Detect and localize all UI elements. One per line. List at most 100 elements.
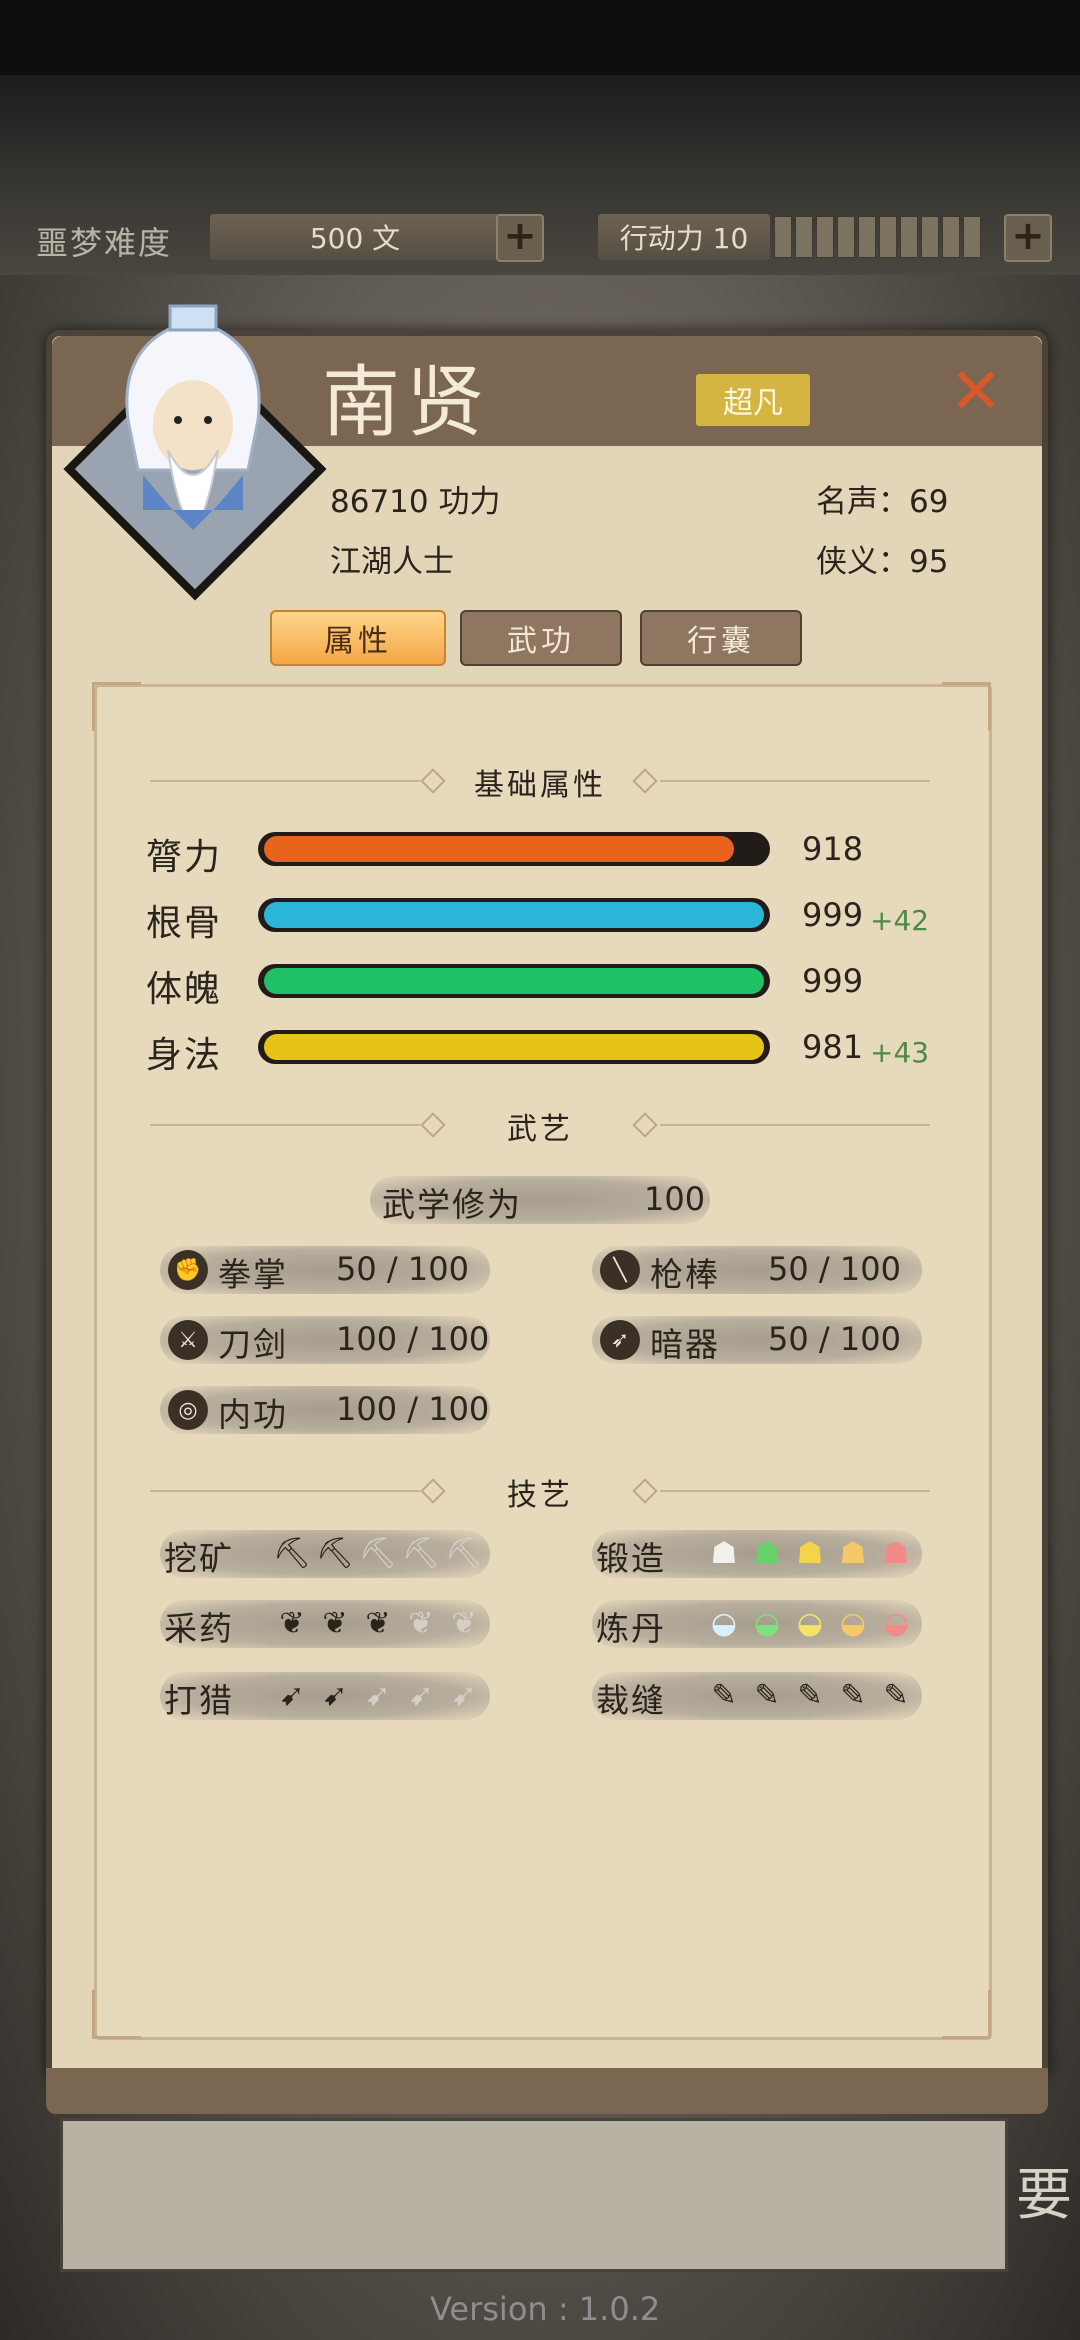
bowl-icon: ◒ (796, 1606, 824, 1641)
needle-icon: ✎ (754, 1678, 780, 1713)
power-value: 86710 功力 (330, 484, 501, 520)
pickaxe-icon: ⛏ (315, 1536, 355, 1571)
attribute-value: 981 (802, 1028, 864, 1066)
skill-value: 50 / 100 (336, 1250, 469, 1288)
skill-value: 100 / 100 (336, 1320, 490, 1358)
tab-martial-arts[interactable]: 武功 (460, 610, 622, 666)
add-money-button[interactable]: + (496, 214, 544, 262)
action-point-segment (795, 216, 813, 258)
status-bar-background (0, 0, 1080, 75)
cultivation-value: 100 (644, 1180, 706, 1218)
attribute-bar-fill (264, 1034, 764, 1060)
bowl-icon: ◒ (882, 1606, 910, 1641)
attribute-bonus: +42 (870, 904, 930, 937)
section-divider (660, 780, 930, 782)
herb-icon: ❦ (365, 1606, 391, 1641)
section-divider (150, 780, 420, 782)
bow-icon: ➹ (451, 1678, 477, 1713)
pickaxe-icon: ⛏ (401, 1536, 441, 1571)
frame-corner (942, 1990, 991, 2039)
skill-label: 刀剑 (218, 1325, 288, 1364)
needle-icon: ✎ (883, 1678, 909, 1713)
attribute-value: 918 (802, 830, 864, 868)
chivalry-stat: 侠义：95 (816, 536, 948, 581)
avatar (118, 300, 268, 540)
fame-label: 名声： (816, 484, 909, 520)
skill-value: 50 / 100 (768, 1320, 901, 1358)
skill-label: 内功 (218, 1395, 288, 1434)
frame-corner (942, 682, 991, 731)
action-point-segment (963, 216, 981, 258)
craft-label: 裁缝 (596, 1681, 666, 1720)
add-action-points-button[interactable]: + (1004, 214, 1052, 262)
anvil-icon: ☗ (882, 1536, 910, 1571)
anvil-icon: ☗ (796, 1536, 824, 1571)
herb-icon: ❦ (408, 1606, 434, 1641)
identity-text: 江湖人士 (330, 544, 454, 580)
craft-label: 采药 (164, 1609, 234, 1648)
fist-icon: ✊ (168, 1250, 208, 1290)
dart-icon: ➶ (600, 1320, 640, 1360)
section-title-basic: 基础属性 (474, 768, 606, 803)
section-title-craft: 技艺 (507, 1478, 573, 1513)
fame-stat: 名声：69 (816, 476, 948, 521)
money-field: 500 文 (210, 214, 500, 260)
side-menu-glyph[interactable]: 要 (1016, 2150, 1072, 2231)
action-point-segment (921, 216, 939, 258)
attribute-label: 身法 (146, 1035, 223, 1076)
chivalry-label: 侠义： (816, 544, 909, 580)
message-box (60, 2118, 1008, 2272)
close-icon[interactable]: ✕ (946, 360, 1006, 424)
rank-badge: 超凡 (696, 374, 810, 426)
difficulty-label: 噩梦难度 (36, 224, 173, 262)
anvil-icon: ☗ (753, 1536, 781, 1571)
section-divider (660, 1490, 930, 1492)
tab-attributes[interactable]: 属性 (270, 610, 446, 666)
attribute-label: 膂力 (146, 837, 223, 878)
frame-corner (92, 1990, 141, 2039)
fame-value: 69 (909, 484, 949, 520)
spear-icon: ╲ (600, 1250, 640, 1290)
section-divider (660, 1124, 930, 1126)
inner-force-icon: ◎ (168, 1390, 208, 1430)
pickaxe-icon: ⛏ (358, 1536, 398, 1571)
needle-icon: ✎ (711, 1678, 737, 1713)
craft-label: 炼丹 (596, 1609, 666, 1648)
tab-inventory[interactable]: 行囊 (640, 610, 802, 666)
action-points-bar (774, 216, 984, 258)
bow-icon: ➹ (322, 1678, 348, 1713)
attribute-bar-fill (264, 968, 764, 994)
attribute-bar-fill (264, 836, 734, 862)
action-points-label: 行动力 10 (598, 214, 770, 260)
skill-label: 拳掌 (218, 1255, 288, 1294)
attribute-bar (258, 898, 770, 932)
anvil-icon: ☗ (710, 1536, 738, 1571)
attribute-label: 体魄 (146, 969, 223, 1010)
attribute-bar (258, 1030, 770, 1064)
attribute-bonus: +43 (870, 1036, 930, 1069)
frame-corner (92, 682, 141, 731)
sword-icon: ⚔ (168, 1320, 208, 1360)
attribute-bar (258, 832, 770, 866)
needle-icon: ✎ (797, 1678, 823, 1713)
attribute-value: 999 (802, 962, 864, 1000)
craft-label: 打猎 (164, 1681, 234, 1720)
skill-value: 100 / 100 (336, 1390, 490, 1428)
craft-label: 锻造 (596, 1539, 666, 1578)
chivalry-value: 95 (909, 544, 949, 580)
action-point-segment (942, 216, 960, 258)
herb-icon: ❦ (322, 1606, 348, 1641)
section-title-martial: 武艺 (507, 1112, 573, 1147)
bow-icon: ➹ (408, 1678, 434, 1713)
character-name: 南贤 (322, 358, 491, 448)
panel-footer (46, 2068, 1048, 2114)
skill-label: 枪棒 (650, 1255, 720, 1294)
action-point-segment (858, 216, 876, 258)
skill-label: 暗器 (650, 1325, 720, 1364)
craft-label: 挖矿 (164, 1539, 234, 1578)
needle-icon: ✎ (840, 1678, 866, 1713)
herb-icon: ❦ (451, 1606, 477, 1641)
attribute-bar-fill (264, 902, 764, 928)
action-point-segment (900, 216, 918, 258)
attribute-value: 999 (802, 896, 864, 934)
